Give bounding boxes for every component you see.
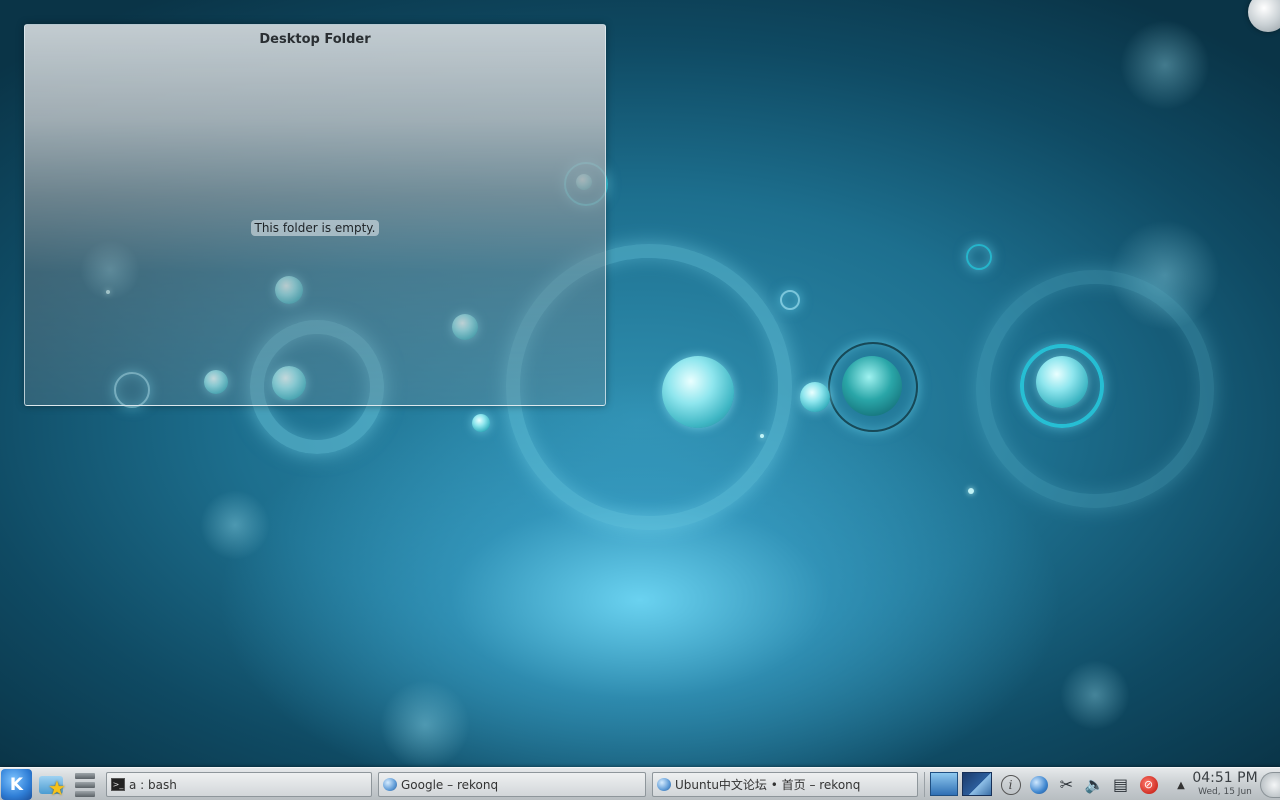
digital-clock[interactable]: 04:51 PM Wed, 15 Jun	[1192, 769, 1258, 800]
volume-icon[interactable]: 🔈	[1082, 772, 1107, 797]
task-bash[interactable]: >_ a : bash	[106, 772, 372, 797]
network-icon[interactable]	[1026, 772, 1051, 797]
folder-empty-text: This folder is empty.	[250, 220, 380, 236]
wallpaper-glow	[380, 680, 470, 770]
wallpaper-glow	[200, 490, 270, 560]
folder-empty-message: This folder is empty.	[25, 217, 605, 236]
pager-desktop-2[interactable]	[962, 772, 992, 796]
folder-view-launcher[interactable]: ★	[36, 770, 66, 800]
wallpaper-orb	[662, 356, 734, 428]
panel-taskbar: K ★ >_ a : bash Google – rekonq Ubuntu中文…	[0, 767, 1280, 800]
drawer-icon	[75, 773, 95, 779]
clock-time: 04:51 PM	[1192, 770, 1258, 786]
application-launcher-button[interactable]: K	[1, 769, 32, 800]
rekonq-icon	[657, 778, 671, 791]
task-label: Ubuntu中文论坛 • 首页 – rekonq	[675, 778, 861, 792]
wallpaper-dot	[968, 488, 974, 494]
task-rekonq-google[interactable]: Google – rekonq	[378, 772, 646, 797]
wallpaper-ring	[780, 290, 800, 310]
pager-desktop-1[interactable]	[930, 772, 958, 796]
task-rekonq-ubuntu[interactable]: Ubuntu中文论坛 • 首页 – rekonq	[652, 772, 918, 797]
drawer-icon	[75, 782, 95, 788]
globe-icon	[1029, 775, 1048, 794]
alert-icon: ⊘	[1139, 775, 1158, 794]
wallpaper-glow	[1120, 20, 1210, 110]
info-glyph-icon: i	[1000, 774, 1021, 795]
desktop-toolbox-button[interactable]	[1248, 0, 1280, 32]
drawer-launcher[interactable]	[70, 770, 100, 800]
folder-widget-title: Desktop Folder	[259, 32, 371, 47]
wallpaper-orb	[842, 356, 902, 416]
star-icon: ★	[48, 776, 66, 800]
wallpaper-ring	[966, 244, 992, 270]
clipboard-icon[interactable]: ▤	[1108, 772, 1133, 797]
panel-toolbox-button[interactable]	[1260, 772, 1280, 798]
update-notifier-icon[interactable]: ⊘	[1136, 772, 1161, 797]
task-label: a : bash	[129, 777, 177, 792]
clock-date: Wed, 15 Jun	[1198, 787, 1252, 797]
wallpaper-orb	[1036, 356, 1088, 408]
tray-separator	[924, 772, 925, 797]
wallpaper-glow	[1060, 660, 1130, 730]
wallpaper-orb	[800, 382, 830, 412]
desktop-folder-widget[interactable]: Desktop Folder This folder is empty.	[24, 24, 606, 406]
drawer-icon	[75, 791, 95, 797]
wallpaper-orb	[472, 414, 490, 432]
rekonq-icon	[383, 778, 397, 791]
scissors-icon[interactable]: ✂	[1054, 772, 1079, 797]
terminal-icon: >_	[111, 778, 125, 791]
kde-logo-icon: K	[9, 774, 24, 795]
info-icon[interactable]: i	[998, 772, 1023, 797]
wallpaper-dot	[760, 434, 764, 438]
desktop-wallpaper: Desktop Folder This folder is empty. K ★…	[0, 0, 1280, 800]
tray-expand-arrow-icon[interactable]: ▲	[1172, 776, 1190, 794]
task-label: Google – rekonq	[401, 777, 499, 792]
